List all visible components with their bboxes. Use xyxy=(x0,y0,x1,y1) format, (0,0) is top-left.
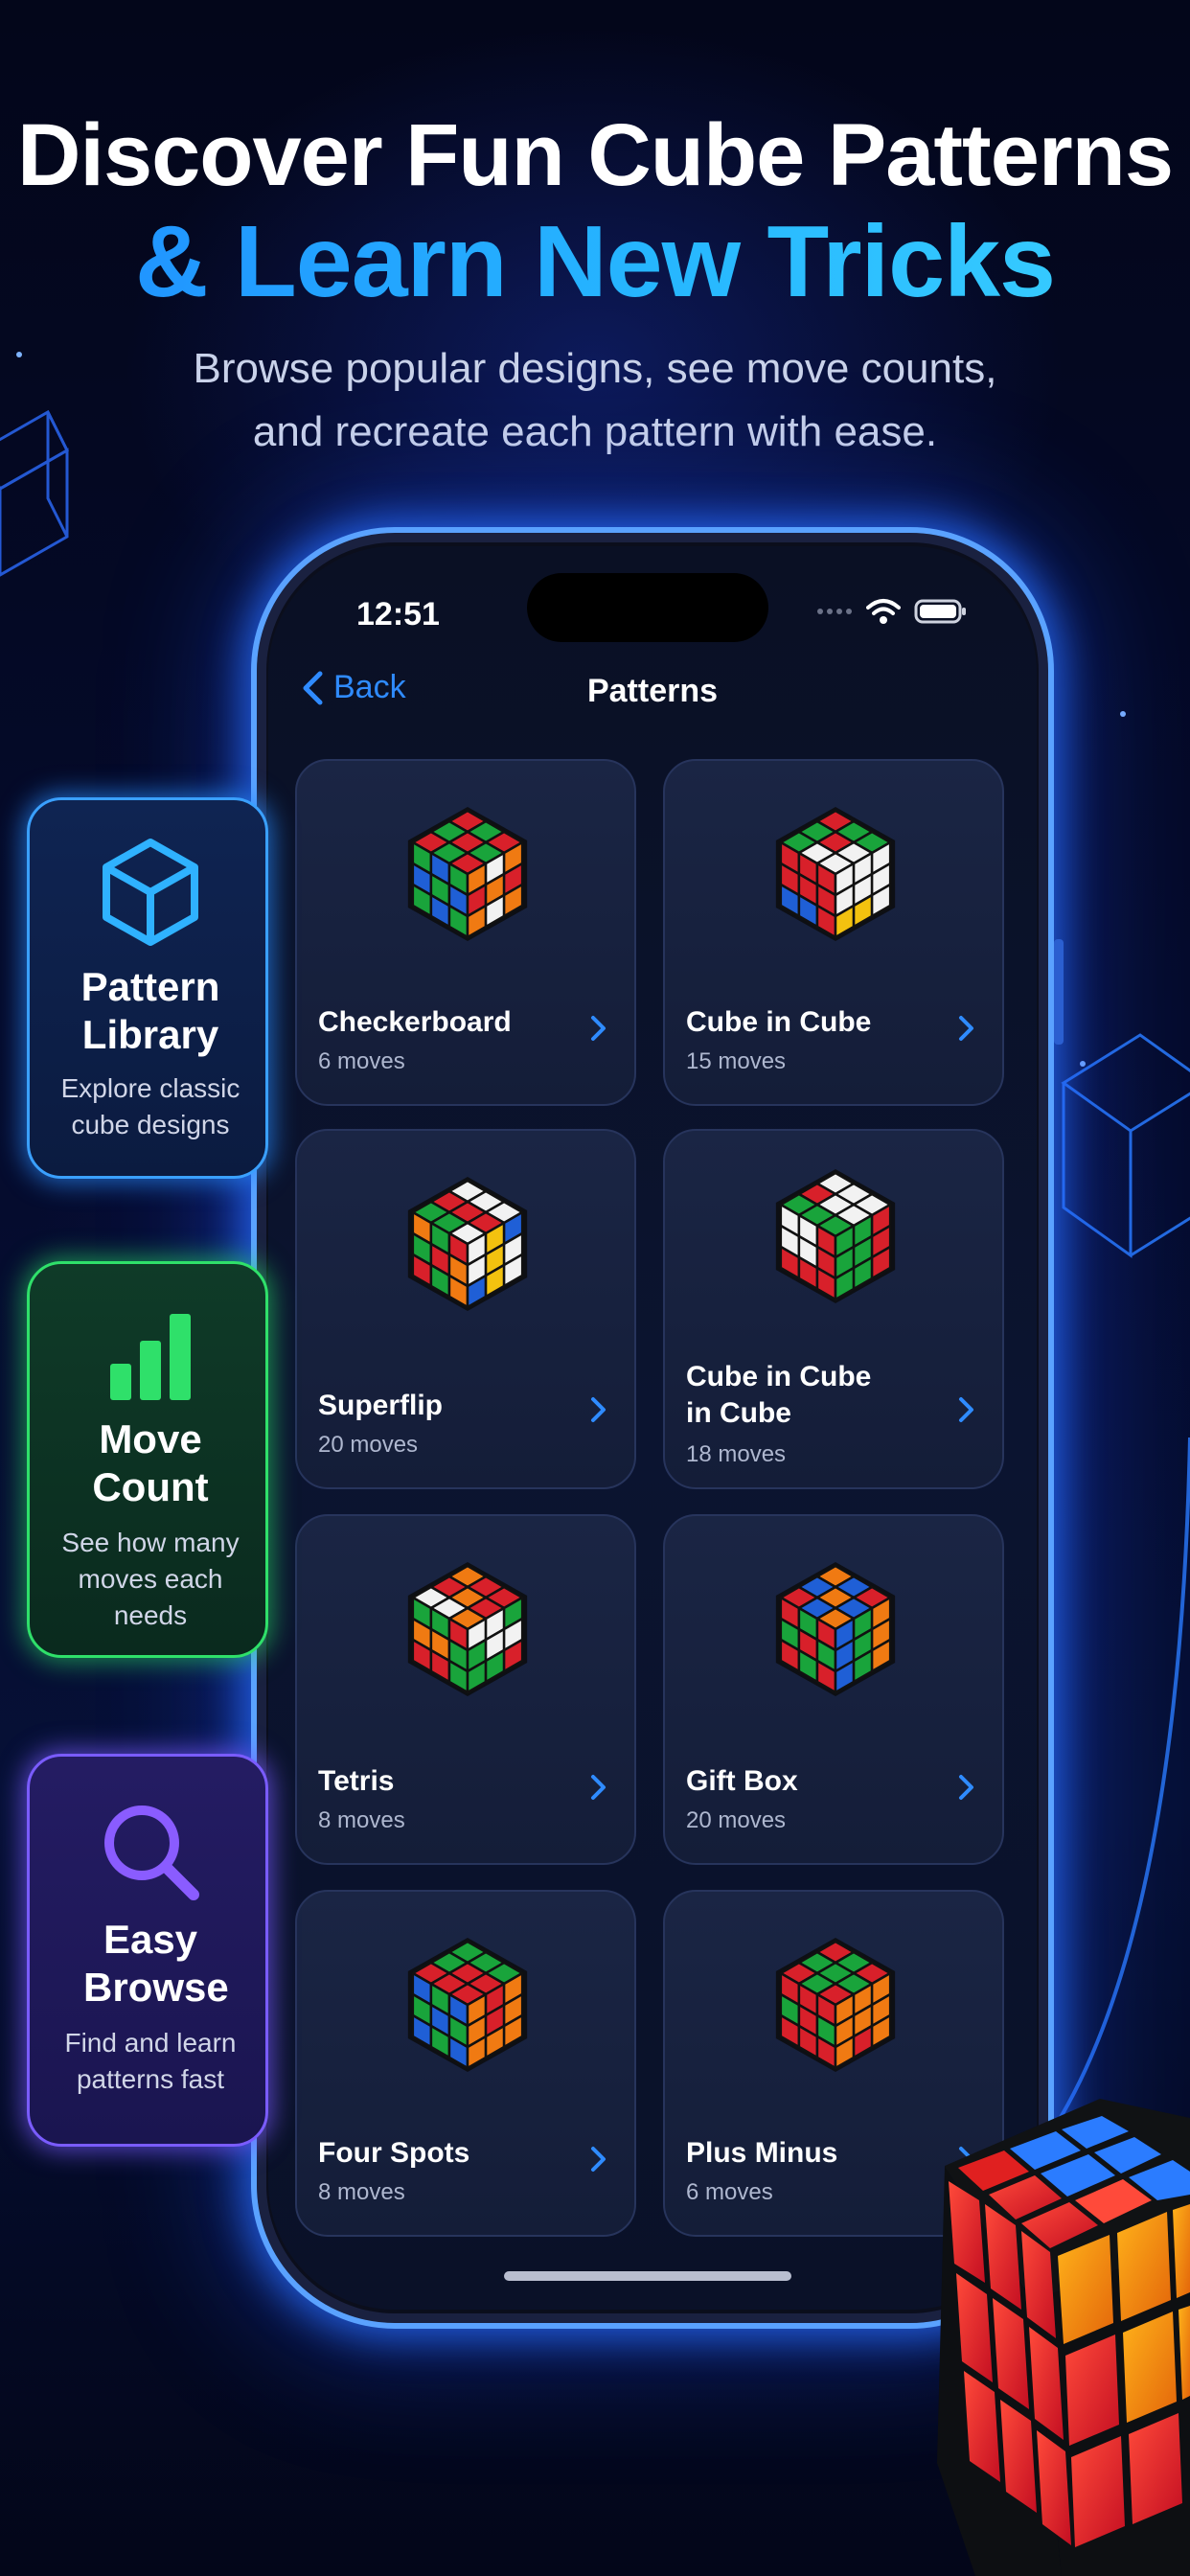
pattern-name: Superflip xyxy=(318,1390,444,1421)
decorative-cube-icon xyxy=(937,2099,1190,2576)
battery-icon xyxy=(914,599,966,624)
four-spots-cube-icon xyxy=(407,1938,528,2072)
feature-title: Move Count xyxy=(92,1416,209,1509)
pattern-moves: 20 moves xyxy=(318,1432,419,1458)
feature-description: Find and learn patterns fast xyxy=(64,2028,237,2094)
subtitle-line2: and recreate each pattern with ease. xyxy=(252,408,938,455)
pattern-card-four-spots[interactable]: Four Spots 8 moves xyxy=(295,1890,636,2237)
cube-in-cube-icon xyxy=(775,807,896,941)
pattern-moves: 8 moves xyxy=(318,2179,405,2205)
chevron-right-icon xyxy=(591,1775,606,1800)
cube-in-cube-in-cube-icon xyxy=(775,1169,896,1303)
pattern-moves: 18 moves xyxy=(686,1441,787,1467)
chevron-right-icon xyxy=(591,2147,606,2172)
plus-minus-cube-icon xyxy=(775,1938,896,2072)
pattern-name: Cube in Cube xyxy=(686,1006,872,1038)
pattern-moves: 6 moves xyxy=(318,1048,405,1074)
chevron-right-icon xyxy=(591,1397,606,1422)
pattern-card-cube-in-cube-in-cube[interactable]: Cube in Cube in Cube 18 moves xyxy=(663,1129,1004,1489)
phone-side-button xyxy=(1054,939,1064,1045)
pattern-card-superflip[interactable]: Superflip 20 moves xyxy=(295,1129,636,1489)
feature-card-move-count: Move Count See how many moves each needs xyxy=(27,1261,268,1658)
cube-icon xyxy=(103,839,198,946)
headline-line2: & Learn New Tricks xyxy=(0,205,1190,318)
pattern-card-tetris[interactable]: Tetris 8 moves xyxy=(295,1514,636,1865)
feature-card-pattern-library: Pattern Library Explore classic cube des… xyxy=(27,797,268,1179)
home-indicator[interactable] xyxy=(504,2271,791,2281)
status-time: 12:51 xyxy=(356,596,440,632)
pattern-card-checkerboard[interactable]: Checkerboard 6 moves xyxy=(295,759,636,1106)
signal-dots-icon xyxy=(817,609,852,614)
feature-description: Explore classic cube designs xyxy=(60,1073,240,1139)
subtitle: Browse popular designs, see move counts,… xyxy=(0,337,1190,464)
chevron-right-icon xyxy=(959,1016,973,1041)
pattern-name: Tetris xyxy=(318,1765,395,1797)
pattern-moves: 15 moves xyxy=(686,1048,787,1074)
pattern-name: Gift Box xyxy=(686,1765,798,1797)
pattern-name: Plus Minus xyxy=(686,2137,838,2169)
tetris-cube-icon xyxy=(407,1562,528,1696)
pattern-card-gift-box[interactable]: Gift Box 20 moves xyxy=(663,1514,1004,1865)
search-icon xyxy=(104,1806,199,1900)
pattern-name: Four Spots xyxy=(318,2137,470,2169)
pattern-moves: 20 moves xyxy=(686,1807,787,1833)
feature-title: Pattern Library xyxy=(80,964,220,1057)
headline-line1: Discover Fun Cube Patterns xyxy=(16,106,1174,204)
chevron-right-icon xyxy=(959,1775,973,1800)
bar-chart-icon xyxy=(110,1314,191,1400)
pattern-name: Cube in Cube in Cube xyxy=(686,1361,872,1429)
pattern-name: Checkerboard xyxy=(318,1006,512,1038)
app-screen: 12:51 Back Patterns Checkerboard 6 moves xyxy=(268,546,1037,2310)
headline: Discover Fun Cube Patterns & Learn New T… xyxy=(0,105,1190,318)
feature-title: Easy Browse xyxy=(83,1917,229,2010)
subtitle-line1: Browse popular designs, see move counts, xyxy=(193,345,997,392)
pattern-moves: 8 moves xyxy=(318,1807,405,1833)
dynamic-island xyxy=(527,573,768,642)
feature-card-easy-browse: Easy Browse Find and learn patterns fast xyxy=(27,1754,268,2147)
superflip-cube-icon xyxy=(407,1177,528,1311)
chevron-right-icon xyxy=(959,1397,973,1422)
checkerboard-cube-icon xyxy=(407,807,528,941)
gift-box-cube-icon xyxy=(775,1562,896,1696)
chevron-right-icon xyxy=(591,1016,606,1041)
wifi-icon xyxy=(866,599,901,624)
pattern-card-cube-in-cube[interactable]: Cube in Cube 15 moves xyxy=(663,759,1004,1106)
status-icons xyxy=(816,592,968,631)
page-title: Patterns xyxy=(586,673,719,709)
feature-description: See how many moves each needs xyxy=(61,1528,240,1630)
pattern-moves: 6 moves xyxy=(686,2179,773,2205)
